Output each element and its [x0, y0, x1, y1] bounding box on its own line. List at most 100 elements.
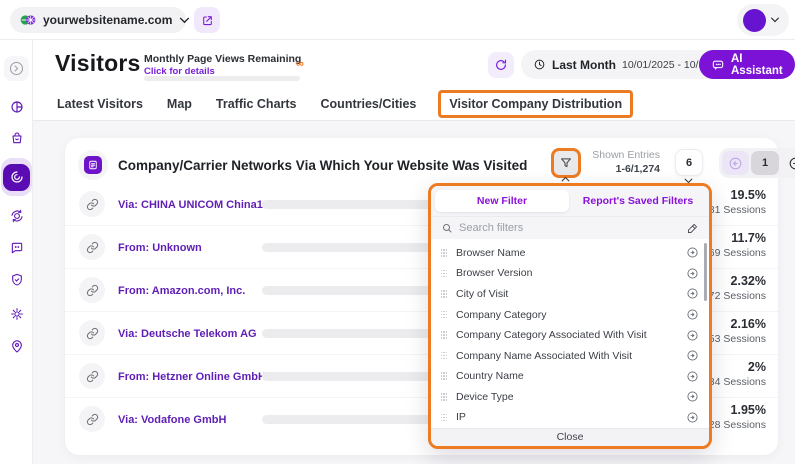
- ai-assistant-label: AI Assistant: [731, 53, 783, 77]
- filter-item[interactable]: Company Category: [431, 304, 709, 325]
- link-icon: [79, 277, 105, 303]
- drag-handle-icon[interactable]: [440, 310, 448, 319]
- filter-item-label: Company Name Associated With Visit: [456, 350, 678, 362]
- network-sessions: 281 Sessions: [703, 204, 766, 216]
- report-tabs: Latest Visitors Map Traffic Charts Count…: [33, 88, 795, 121]
- drag-handle-icon[interactable]: [440, 289, 448, 298]
- filter-item[interactable]: Device Type: [431, 387, 709, 408]
- card-title: Company/Carrier Networks Via Which Your …: [118, 158, 527, 173]
- arrow-right-circle-icon[interactable]: [686, 390, 699, 403]
- report-tab[interactable]: Traffic Charts: [214, 92, 299, 116]
- filter-list-scrollbar[interactable]: [704, 243, 707, 301]
- network-sessions: 228 Sessions: [703, 419, 766, 431]
- network-sessions: 234 Sessions: [703, 376, 766, 388]
- drag-handle-icon[interactable]: [440, 269, 448, 278]
- filter-search-input[interactable]: [459, 222, 680, 234]
- report-tab[interactable]: Map: [165, 92, 194, 116]
- arrow-right-circle-icon[interactable]: [686, 308, 699, 321]
- network-sessions: 253 Sessions: [703, 333, 766, 345]
- quota-label: Monthly Page Views Remaining: [144, 53, 314, 65]
- filter-item-label: Browser Version: [456, 267, 678, 279]
- network-label[interactable]: Via: Deutsche Telekom AG: [118, 312, 257, 355]
- filter-item[interactable]: IP: [431, 407, 709, 428]
- network-label[interactable]: From: Amazon.com, Inc.: [118, 269, 245, 312]
- geolocation-icon[interactable]: [4, 333, 29, 358]
- arrow-right-circle-icon: [788, 156, 795, 171]
- network-percent: 1.95%: [731, 403, 766, 417]
- arrow-right-circle-icon[interactable]: [686, 267, 699, 280]
- domain-selector[interactable]: yourwebsitename.com: [10, 7, 186, 33]
- next-page-button[interactable]: [781, 151, 795, 175]
- link-icon: [79, 363, 105, 389]
- report-tab[interactable]: Visitor Company Distribution: [438, 90, 633, 118]
- network-percent: 11.7%: [731, 231, 766, 245]
- filter-item-label: City of Visit: [456, 288, 678, 300]
- drag-handle-icon[interactable]: [440, 392, 448, 401]
- analytics-icon[interactable]: [4, 94, 29, 119]
- quota-block: Monthly Page Views Remaining Click for d…: [144, 53, 314, 77]
- link-icon: [79, 234, 105, 260]
- link-icon: [79, 191, 105, 217]
- retargeting-icon[interactable]: [4, 203, 29, 228]
- settings-icon[interactable]: [4, 301, 29, 326]
- current-page[interactable]: 1: [751, 151, 779, 175]
- filter-item[interactable]: Company Category Associated With Visit: [431, 325, 709, 346]
- filter-item[interactable]: Browser Version: [431, 263, 709, 284]
- link-icon: [79, 406, 105, 432]
- filter-panel-tabs: New Filter Report's Saved Filters: [431, 186, 709, 216]
- filter-button[interactable]: [551, 148, 581, 178]
- report-tab[interactable]: Countries/Cities: [319, 92, 419, 116]
- chevron-up-icon[interactable]: [560, 176, 571, 182]
- arrow-right-circle-icon[interactable]: [686, 370, 699, 383]
- infinity-icon: ∞: [296, 58, 304, 70]
- visitors-icon: [9, 169, 25, 185]
- filter-item[interactable]: Company Name Associated With Visit: [431, 345, 709, 366]
- drag-handle-icon[interactable]: [440, 331, 448, 340]
- arrow-right-circle-icon[interactable]: [686, 349, 699, 362]
- filter-close-button[interactable]: Close: [431, 428, 709, 446]
- filter-panel-tab[interactable]: New Filter: [435, 190, 569, 212]
- filter-panel: New Filter Report's Saved Filters: [428, 183, 712, 449]
- shown-entries-label: Shown Entries: [585, 149, 660, 161]
- network-label[interactable]: From: Hetzner Online GmbH: [118, 355, 266, 398]
- drag-handle-icon[interactable]: [440, 248, 448, 257]
- chat-bubble-icon: [711, 58, 725, 72]
- drag-handle-icon[interactable]: [440, 372, 448, 381]
- previous-page-button[interactable]: [722, 151, 749, 175]
- filter-item-label: Device Type: [456, 391, 678, 403]
- arrow-right-circle-icon[interactable]: [686, 411, 699, 424]
- filter-item[interactable]: Country Name: [431, 366, 709, 387]
- ai-assistant-button[interactable]: AI Assistant: [699, 50, 795, 79]
- network-sessions: 369 Sessions: [703, 247, 766, 259]
- collapse-sidebar-icon[interactable]: [4, 56, 29, 81]
- refresh-button[interactable]: [488, 52, 514, 78]
- filter-item-list: Browser Name Browser Version: [431, 239, 709, 427]
- sidebar-item-visitors[interactable]: [1, 158, 32, 196]
- arrow-left-circle-icon: [728, 156, 743, 171]
- site-favicon-icon: [20, 13, 36, 27]
- page-size-select[interactable]: 6: [675, 149, 703, 176]
- network-label[interactable]: From: Unknown: [118, 226, 202, 269]
- open-site-button[interactable]: [194, 7, 220, 33]
- arrow-right-circle-icon[interactable]: [686, 329, 699, 342]
- user-menu[interactable]: [737, 4, 789, 36]
- filter-panel-tab[interactable]: Report's Saved Filters: [571, 190, 705, 212]
- filter-item[interactable]: City of Visit: [431, 284, 709, 305]
- security-icon[interactable]: [4, 267, 29, 292]
- eraser-icon[interactable]: [686, 222, 699, 235]
- arrow-right-circle-icon[interactable]: [686, 246, 699, 259]
- network-percent: 2%: [748, 360, 766, 374]
- quota-progress-bar: [144, 76, 300, 81]
- filter-item-label: IP: [456, 411, 678, 423]
- report-tab[interactable]: Latest Visitors: [55, 92, 145, 116]
- avatar: [743, 9, 766, 32]
- drag-handle-icon[interactable]: [440, 413, 448, 422]
- drag-handle-icon[interactable]: [440, 351, 448, 360]
- network-label[interactable]: Via: Vodafone GmbH: [118, 398, 226, 441]
- arrow-right-circle-icon[interactable]: [686, 287, 699, 300]
- filter-item[interactable]: Browser Name: [431, 242, 709, 263]
- orders-icon[interactable]: [4, 125, 29, 150]
- network-sessions: 272 Sessions: [703, 290, 766, 302]
- chat-icon[interactable]: [4, 235, 29, 260]
- topbar: yourwebsitename.com: [0, 0, 795, 40]
